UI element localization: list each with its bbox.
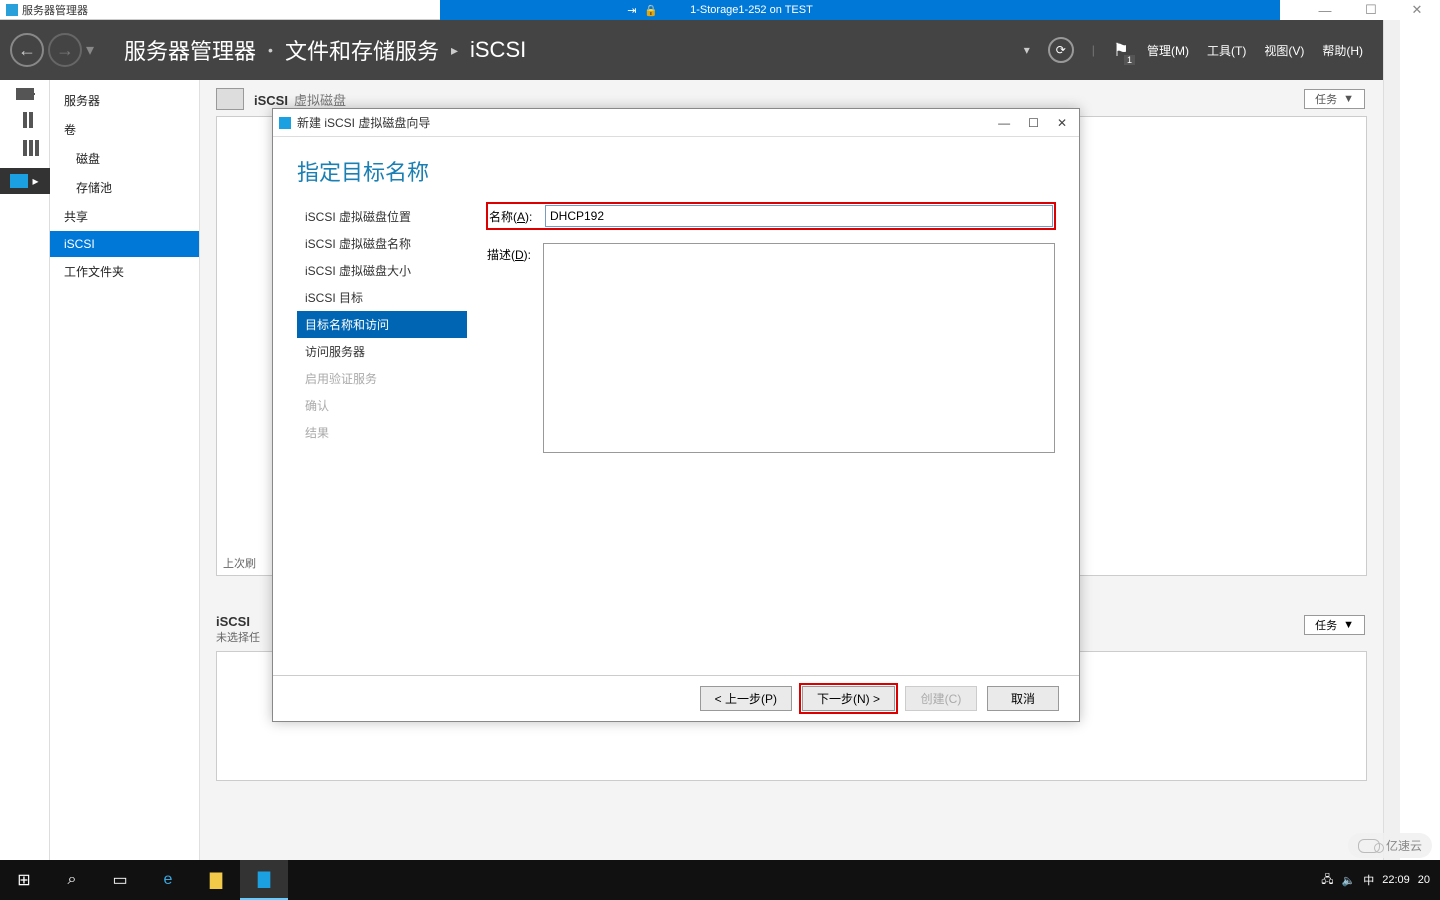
new-iscsi-vdisk-wizard: 新建 iSCSI 虚拟磁盘向导 — ☐ ✕ 指定目标名称 iSCSI 虚拟磁盘位… bbox=[272, 108, 1080, 722]
cancel-button[interactable]: 取消 bbox=[987, 686, 1059, 711]
nav-dropdown-icon[interactable]: ▾ bbox=[86, 40, 94, 60]
chevron-right-icon: ▸ bbox=[451, 42, 458, 59]
wizard-step-target[interactable]: iSCSI 目标 bbox=[297, 284, 467, 311]
panel-header-icon bbox=[216, 88, 244, 110]
rail-local-server-icon[interactable] bbox=[23, 112, 27, 128]
previous-button[interactable]: < 上一步(P) bbox=[700, 686, 792, 711]
header-dropdown-icon[interactable]: ▾ bbox=[1024, 43, 1030, 57]
host-close-button[interactable]: ✕ bbox=[1394, 0, 1440, 20]
wizard-title: 新建 iSCSI 虚拟磁盘向导 bbox=[297, 114, 430, 131]
desc-field-label: 描述(D): bbox=[487, 243, 543, 263]
file-storage-icon bbox=[10, 174, 28, 188]
notifications-flag-icon[interactable]: ⚑1 bbox=[1113, 40, 1129, 61]
sidebar-item-pools[interactable]: 存储池 bbox=[50, 173, 199, 202]
chevron-down-icon: ▼ bbox=[1343, 93, 1354, 105]
start-button[interactable]: ⊞ bbox=[0, 860, 48, 900]
breadcrumb-root[interactable]: 服务器管理器 bbox=[124, 34, 256, 66]
last-refresh-label: 上次刷 bbox=[223, 555, 256, 571]
nav-forward-button[interactable]: → bbox=[48, 33, 82, 67]
taskbar: ⊞ ⌕ ▭ e ▇ ▇ 🖧 🔈 中 22:09 20 bbox=[0, 860, 1440, 900]
cloud-icon bbox=[1358, 839, 1380, 853]
watermark-text: 亿速云 bbox=[1386, 837, 1422, 854]
rail-file-storage-selected[interactable]: ▸ bbox=[0, 168, 50, 194]
lock-icon[interactable]: 🔒 bbox=[644, 4, 658, 17]
wizard-step-target-name[interactable]: 目标名称和访问 bbox=[297, 311, 467, 338]
panel-title: iSCSI虚拟磁盘 bbox=[254, 90, 346, 109]
wizard-icon bbox=[279, 117, 291, 129]
menu-tools[interactable]: 工具(T) bbox=[1207, 42, 1246, 59]
wizard-titlebar[interactable]: 新建 iSCSI 虚拟磁盘向导 — ☐ ✕ bbox=[273, 109, 1079, 137]
tasks-dropdown[interactable]: 任务▼ bbox=[1304, 89, 1365, 109]
menu-manage[interactable]: 管理(M) bbox=[1147, 42, 1189, 59]
sidebar-item-iscsi[interactable]: iSCSI bbox=[50, 231, 199, 257]
chevron-down-icon: ▼ bbox=[1343, 619, 1354, 631]
tray-network-icon[interactable]: 🖧 bbox=[1321, 871, 1333, 890]
wizard-steps: iSCSI 虚拟磁盘位置 iSCSI 虚拟磁盘名称 iSCSI 虚拟磁盘大小 i… bbox=[297, 195, 467, 665]
tasks-dropdown-2[interactable]: 任务▼ bbox=[1304, 615, 1365, 635]
wizard-step-auth: 启用验证服务 bbox=[297, 365, 467, 392]
menu-view[interactable]: 视图(V) bbox=[1264, 42, 1304, 59]
vm-title: 1-Storage1-252 on TEST bbox=[690, 4, 813, 16]
refresh-button[interactable]: ⟳ bbox=[1048, 37, 1074, 63]
name-field-label: 名称(A): bbox=[489, 205, 545, 225]
wizard-heading: 指定目标名称 bbox=[273, 137, 1079, 195]
wizard-step-name[interactable]: iSCSI 虚拟磁盘名称 bbox=[297, 230, 467, 257]
wizard-minimize-button[interactable]: — bbox=[998, 116, 1010, 130]
task-view-button[interactable]: ▭ bbox=[96, 860, 144, 900]
sidebar-item-disks[interactable]: 磁盘 bbox=[50, 144, 199, 173]
chevron-right-icon: • bbox=[268, 42, 273, 58]
wizard-step-confirm: 确认 bbox=[297, 392, 467, 419]
wizard-step-result: 结果 bbox=[297, 419, 467, 446]
menu-help[interactable]: 帮助(H) bbox=[1322, 42, 1363, 59]
taskbar-explorer-icon[interactable]: ▇ bbox=[192, 860, 240, 900]
wizard-step-access[interactable]: 访问服务器 bbox=[297, 338, 467, 365]
taskbar-server-manager-icon[interactable]: ▇ bbox=[240, 860, 288, 900]
nav-back-button[interactable]: ← bbox=[10, 33, 44, 67]
host-maximize-button[interactable]: ☐ bbox=[1348, 0, 1394, 20]
tray-ime-indicator[interactable]: 中 bbox=[1363, 872, 1374, 888]
server-manager-title: 服务器管理器 bbox=[22, 2, 88, 18]
wizard-form: 名称(A): 描述(D): bbox=[467, 195, 1055, 665]
rail-bar: ▸ bbox=[0, 80, 50, 860]
target-description-input[interactable] bbox=[543, 243, 1055, 453]
chevron-right-icon: ▸ bbox=[32, 174, 38, 188]
breadcrumb: 服务器管理器 • 文件和存储服务 ▸ iSCSI bbox=[124, 34, 526, 66]
tray-date-suffix: 20 bbox=[1418, 874, 1430, 886]
target-name-input[interactable] bbox=[545, 205, 1053, 227]
next-button[interactable]: 下一步(N) > bbox=[802, 686, 895, 711]
breadcrumb-leaf[interactable]: iSCSI bbox=[470, 37, 526, 63]
server-manager-header: ← → ▾ 服务器管理器 • 文件和存储服务 ▸ iSCSI ▾ ⟳ | ⚑1 … bbox=[0, 20, 1383, 80]
sidebar-item-workfolders[interactable]: 工作文件夹 bbox=[50, 257, 199, 286]
host-window-controls: — ☐ ✕ bbox=[1280, 0, 1440, 20]
tray-volume-icon[interactable]: 🔈 bbox=[1342, 874, 1356, 887]
wizard-step-location[interactable]: iSCSI 虚拟磁盘位置 bbox=[297, 203, 467, 230]
wizard-maximize-button[interactable]: ☐ bbox=[1028, 116, 1039, 130]
sidebar-item-volumes[interactable]: 卷 bbox=[50, 115, 199, 144]
server-manager-icon bbox=[6, 4, 18, 16]
server-manager-titlebar: 服务器管理器 bbox=[0, 0, 440, 20]
sidebar-item-shares[interactable]: 共享 bbox=[50, 202, 199, 231]
create-button: 创建(C) bbox=[905, 686, 977, 711]
rail-dashboard-icon[interactable] bbox=[16, 88, 34, 100]
host-minimize-button[interactable]: — bbox=[1302, 0, 1348, 20]
wizard-footer: < 上一步(P) 下一步(N) > 创建(C) 取消 bbox=[273, 675, 1079, 721]
tray-clock[interactable]: 22:09 bbox=[1382, 874, 1410, 886]
breadcrumb-section[interactable]: 文件和存储服务 bbox=[285, 34, 439, 66]
taskbar-ie-icon[interactable]: e bbox=[144, 860, 192, 900]
watermark: 亿速云 bbox=[1348, 833, 1432, 858]
window-scrollbar[interactable] bbox=[1383, 20, 1400, 860]
wizard-close-button[interactable]: ✕ bbox=[1057, 116, 1067, 130]
wizard-step-size[interactable]: iSCSI 虚拟磁盘大小 bbox=[297, 257, 467, 284]
search-button[interactable]: ⌕ bbox=[48, 860, 96, 900]
rail-all-servers-icon[interactable] bbox=[23, 140, 27, 156]
pin-icon[interactable]: ⇥ bbox=[627, 4, 636, 17]
notification-count: 1 bbox=[1124, 55, 1135, 65]
sidebar-item-servers[interactable]: 服务器 bbox=[50, 86, 199, 115]
sidebar: 服务器 卷 磁盘 存储池 共享 iSCSI 工作文件夹 bbox=[50, 80, 200, 860]
